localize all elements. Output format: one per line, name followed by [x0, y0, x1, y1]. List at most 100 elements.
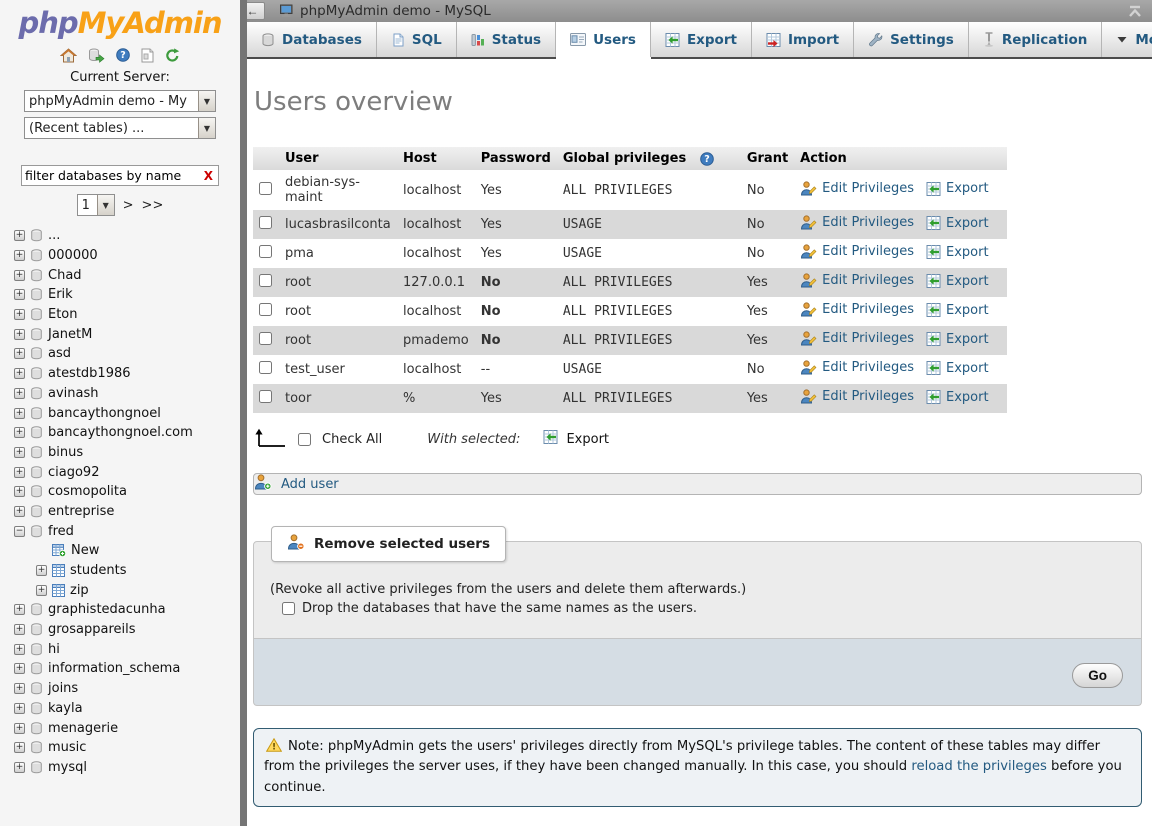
recent-tables-select[interactable]: (Recent tables) ... ▼: [24, 117, 216, 139]
expand-node-icon[interactable]: +: [14, 466, 25, 478]
tab-settings[interactable]: Settings: [854, 22, 969, 57]
tab-replication[interactable]: Replication: [969, 22, 1103, 57]
back-button[interactable]: ←: [247, 2, 265, 20]
drop-databases-checkbox[interactable]: [282, 602, 295, 615]
edit-privileges-link[interactable]: Edit Privileges: [800, 360, 914, 375]
tree-db-item-entreprise[interactable]: + entreprise: [14, 502, 240, 522]
tree-db-item-asd[interactable]: + asd: [14, 344, 240, 364]
check-all-label[interactable]: Check All: [322, 432, 382, 447]
expand-node-icon[interactable]: +: [14, 387, 25, 399]
go-button[interactable]: Go: [1072, 663, 1123, 688]
expand-node-icon[interactable]: +: [14, 643, 25, 655]
help-icon[interactable]: ?: [700, 151, 715, 166]
expand-node-icon[interactable]: +: [14, 348, 25, 360]
tree-db-item-mysql[interactable]: + mysql: [14, 758, 240, 778]
phpmyadmin-logo[interactable]: phpMyAdmin: [0, 6, 240, 40]
edit-privileges-link[interactable]: Edit Privileges: [800, 331, 914, 346]
tree-db-item-avinash[interactable]: + avinash: [14, 384, 240, 404]
tree-db-item-information-schema[interactable]: + information_schema: [14, 659, 240, 679]
expand-node-icon[interactable]: +: [14, 230, 25, 242]
expand-node-icon[interactable]: +: [36, 565, 47, 577]
expand-node-icon[interactable]: +: [14, 486, 25, 498]
last-page-link[interactable]: >>: [142, 198, 164, 213]
export-user-link[interactable]: Export: [926, 303, 989, 318]
export-user-link[interactable]: Export: [926, 361, 989, 376]
tree-db-item-hi[interactable]: + hi: [14, 639, 240, 659]
tab-databases[interactable]: Databases: [247, 22, 377, 57]
row-checkbox[interactable]: [259, 245, 272, 258]
tree-db-item-bancaythongnoel-com[interactable]: + bancaythongnoel.com: [14, 423, 240, 443]
export-user-link[interactable]: Export: [926, 181, 989, 196]
export-user-link[interactable]: Export: [926, 332, 989, 347]
tab-users[interactable]: Users: [556, 22, 651, 57]
expand-node-icon[interactable]: +: [14, 683, 25, 695]
tree-db-item-binus[interactable]: + binus: [14, 443, 240, 463]
tab-more[interactable]: More: [1102, 22, 1152, 57]
expand-node-icon[interactable]: +: [14, 702, 25, 714]
tree-db-item-joins[interactable]: + joins: [14, 679, 240, 699]
tree-db-item-erik[interactable]: + Erik: [14, 285, 240, 305]
row-checkbox[interactable]: [259, 361, 272, 374]
expand-node-icon[interactable]: +: [36, 584, 47, 596]
tree-db-item-ciago92[interactable]: + ciago92: [14, 462, 240, 482]
chevron-down-icon[interactable]: ▼: [96, 195, 114, 215]
next-page-link[interactable]: >: [123, 198, 134, 213]
tree-db-item-music[interactable]: + music: [14, 738, 240, 758]
expand-node-icon[interactable]: +: [14, 407, 25, 419]
export-user-link[interactable]: Export: [926, 390, 989, 405]
tree-db-item-graphistedacunha[interactable]: + graphistedacunha: [14, 600, 240, 620]
expand-node-icon[interactable]: +: [14, 761, 25, 773]
docs-icon[interactable]: [141, 48, 154, 63]
home-icon[interactable]: [60, 47, 77, 63]
tab-status[interactable]: Status: [457, 22, 557, 57]
expand-node-icon[interactable]: +: [14, 368, 25, 380]
chevron-down-icon[interactable]: ▼: [198, 91, 215, 111]
reload-icon[interactable]: [165, 47, 180, 63]
expand-node-icon[interactable]: +: [14, 505, 25, 517]
tree-db-item-cosmopolita[interactable]: + cosmopolita: [14, 482, 240, 502]
row-checkbox[interactable]: [259, 216, 272, 229]
tree-db-item-kayla[interactable]: + kayla: [14, 699, 240, 719]
expand-node-icon[interactable]: +: [14, 446, 25, 458]
export-user-link[interactable]: Export: [926, 274, 989, 289]
expand-node-icon[interactable]: +: [14, 309, 25, 321]
tree-table-item-new[interactable]: New: [36, 541, 240, 561]
tree-db-item-000000[interactable]: +000000: [14, 246, 240, 266]
collapse-node-icon[interactable]: −: [14, 525, 25, 537]
tree-db-item-chad[interactable]: + Chad: [14, 265, 240, 285]
row-checkbox[interactable]: [259, 303, 272, 316]
expand-node-icon[interactable]: +: [14, 328, 25, 340]
edit-privileges-link[interactable]: Edit Privileges: [800, 181, 914, 196]
tree-db-item-fred[interactable]: − fred: [14, 521, 240, 541]
server-select[interactable]: phpMyAdmin demo - My ▼: [24, 90, 216, 112]
row-checkbox[interactable]: [259, 181, 272, 195]
drop-databases-label[interactable]: Drop the databases that have the same na…: [302, 601, 697, 616]
page-select[interactable]: 1 ▼: [76, 194, 115, 216]
expand-node-icon[interactable]: +: [14, 427, 25, 439]
tab-export[interactable]: Export: [651, 22, 752, 57]
expand-node-icon[interactable]: +: [14, 604, 25, 616]
expand-node-icon[interactable]: +: [14, 250, 25, 262]
chevron-down-icon[interactable]: ▼: [198, 118, 215, 138]
help-icon[interactable]: ?: [116, 48, 130, 62]
edit-privileges-link[interactable]: Edit Privileges: [800, 389, 914, 404]
expand-node-icon[interactable]: +: [14, 742, 25, 754]
expand-node-icon[interactable]: +: [14, 722, 25, 734]
edit-privileges-link[interactable]: Edit Privileges: [800, 273, 914, 288]
export-user-link[interactable]: Export: [926, 216, 989, 231]
edit-privileges-link[interactable]: Edit Privileges: [800, 244, 914, 259]
add-user-link[interactable]: Add user: [254, 474, 339, 494]
check-all-checkbox[interactable]: [298, 432, 311, 446]
tree-db-item-eton[interactable]: + Eton: [14, 305, 240, 325]
tree-db-item-atestdb1986[interactable]: + atestdb1986: [14, 364, 240, 384]
expand-node-icon[interactable]: +: [14, 624, 25, 636]
expand-node-icon[interactable]: +: [14, 663, 25, 675]
clear-filter-icon[interactable]: X: [199, 169, 218, 183]
tree-db-item-bancaythongnoel[interactable]: + bancaythongnoel: [14, 403, 240, 423]
tree-db-item-grosappareils[interactable]: + grosappareils: [14, 620, 240, 640]
reload-privileges-link[interactable]: reload the privileges: [911, 759, 1047, 774]
tab-sql[interactable]: SQL: [377, 22, 457, 57]
tree-db-item--[interactable]: +...: [14, 226, 240, 246]
logout-icon[interactable]: [88, 48, 105, 63]
edit-privileges-link[interactable]: Edit Privileges: [800, 302, 914, 317]
